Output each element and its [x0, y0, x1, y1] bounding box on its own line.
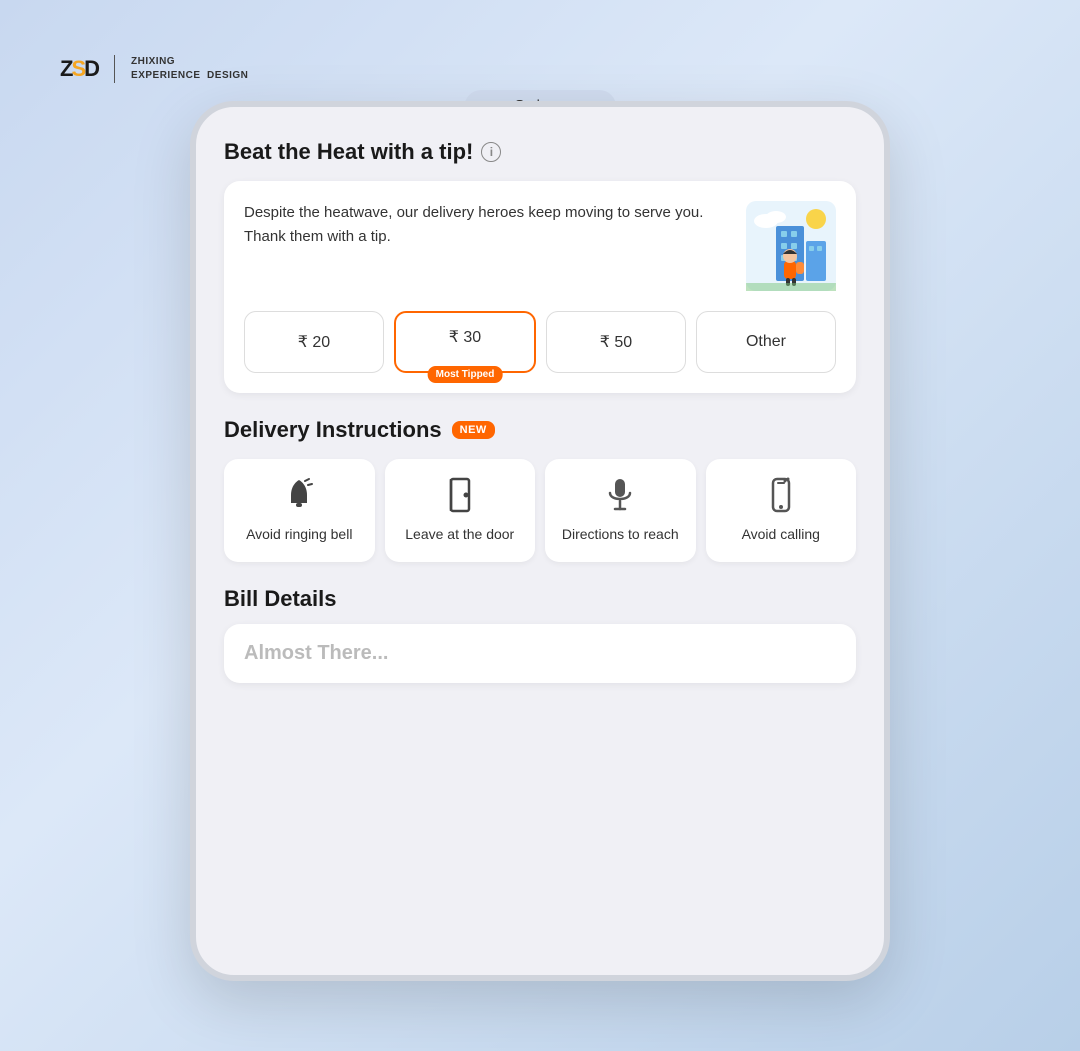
tip-20-button[interactable]: ₹ 20 [244, 311, 384, 373]
tip-30-button[interactable]: ₹ 30 Most Tipped [394, 311, 536, 373]
mic-icon [606, 477, 634, 513]
new-badge: NEW [452, 421, 495, 439]
heat-section-title: Beat the Heat with a tip! i [224, 139, 856, 165]
logo-text: ZHIXING EXPERIENCE DESIGN [131, 55, 248, 83]
bill-almost-text: Almost There... [244, 642, 836, 665]
phone-content: Beat the Heat with a tip! i Despite the … [196, 107, 884, 975]
tip-other-button[interactable]: Other [696, 311, 836, 373]
heatwave-text: Despite the heatwave, our delivery heroe… [244, 201, 730, 249]
bell-icon [283, 477, 315, 513]
avoid-bell-label: Avoid ringing bell [246, 525, 352, 545]
tip-buttons: ₹ 20 ₹ 30 Most Tipped ₹ 50 Other [244, 311, 836, 373]
delivery-instructions-title: Delivery Instructions [224, 417, 442, 443]
delivery-instructions-header: Delivery Instructions NEW [224, 417, 856, 443]
heatwave-top: Despite the heatwave, our delivery heroe… [244, 201, 836, 291]
instruction-leave-door[interactable]: Leave at the door [385, 459, 536, 563]
directions-label: Directions to reach [562, 525, 679, 545]
heat-card: Despite the heatwave, our delivery heroe… [224, 181, 856, 393]
instruction-avoid-bell[interactable]: Avoid ringing bell [224, 459, 375, 563]
door-icon [445, 477, 475, 513]
leave-door-label: Leave at the door [405, 525, 514, 545]
bill-details-title: Bill Details [224, 586, 856, 612]
info-icon[interactable]: i [481, 142, 501, 162]
instructions-grid: Avoid ringing bell Leave at the door [224, 459, 856, 563]
phone-icon [770, 477, 792, 513]
most-tipped-badge: Most Tipped [428, 366, 503, 383]
tip-50-button[interactable]: ₹ 50 [546, 311, 686, 373]
instruction-avoid-calling[interactable]: Avoid calling [706, 459, 857, 563]
avoid-calling-label: Avoid calling [742, 525, 820, 545]
logo-area: ZSD ZHIXING EXPERIENCE DESIGN [60, 55, 248, 83]
delivery-illustration [746, 201, 836, 291]
phone-frame: Beat the Heat with a tip! i Despite the … [190, 101, 890, 981]
logo-divider [114, 55, 115, 83]
logo-icon: ZSD [60, 56, 98, 82]
bill-details-section: Bill Details Almost There... [224, 586, 856, 683]
bill-card: Almost There... [224, 624, 856, 683]
instruction-directions[interactable]: Directions to reach [545, 459, 696, 563]
